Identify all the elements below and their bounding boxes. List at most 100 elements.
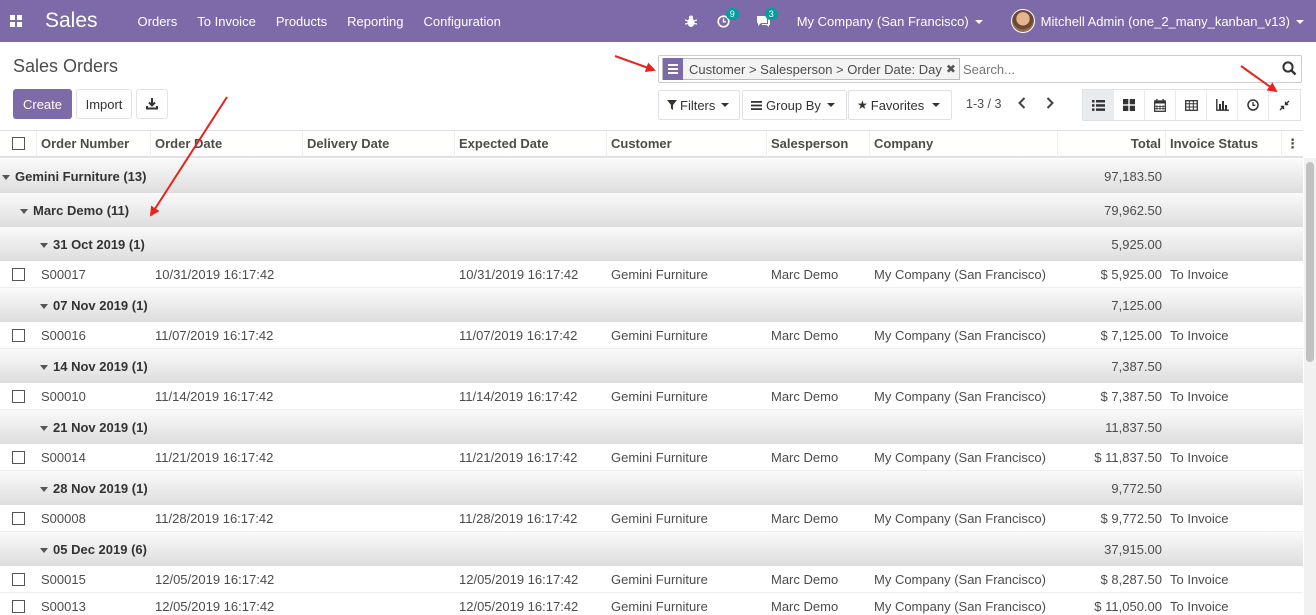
search-icon[interactable] — [1282, 61, 1297, 79]
cell-status: To Invoice — [1170, 389, 1229, 404]
download-button[interactable] — [136, 89, 168, 119]
pager-value[interactable]: 1-3 / 3 — [966, 97, 1001, 111]
group-row-customer[interactable]: Gemini Furniture (13) 97,183.50 — [0, 159, 1303, 193]
pivot-view-button[interactable] — [1176, 90, 1207, 120]
groupby-facet[interactable]: Customer > Salesperson > Order Date: Day… — [662, 58, 960, 80]
collapse-groups-button[interactable] — [1269, 90, 1300, 120]
menu-configuration[interactable]: Configuration — [424, 14, 501, 29]
favorites-dropdown[interactable]: ★ Favorites — [848, 90, 952, 120]
apps-grid-icon — [10, 15, 22, 27]
filters-dropdown[interactable]: Filters — [658, 90, 740, 120]
groupby-dropdown[interactable]: Group By — [742, 90, 847, 120]
optional-columns-toggle[interactable]: ⋮ — [1282, 131, 1303, 157]
row-checkbox[interactable] — [12, 600, 25, 613]
search-bar[interactable]: Customer > Salesperson > Order Date: Day… — [658, 55, 1302, 83]
graph-view-button[interactable] — [1207, 90, 1238, 120]
activity-view-button[interactable] — [1238, 90, 1269, 120]
row-checkbox[interactable] — [12, 329, 25, 342]
import-button[interactable]: Import — [76, 89, 132, 119]
table-row[interactable]: S00017 10/31/2019 16:17:42 10/31/2019 16:1… — [0, 261, 1303, 288]
group-label: Marc Demo (11) — [20, 203, 129, 218]
table-row[interactable]: S00015 12/05/2019 16:17:42 12/05/2019 16:1… — [0, 566, 1303, 593]
group-row-salesperson[interactable]: Marc Demo (11) 79,962.50 — [0, 193, 1303, 227]
messages-badge: 3 — [764, 7, 778, 20]
facet-remove-icon[interactable]: ✖ — [946, 62, 959, 76]
activity-badge: 9 — [725, 7, 739, 20]
menu-orders[interactable]: Orders — [138, 14, 178, 29]
table-row[interactable]: S00014 11/21/2019 16:17:42 11/21/2019 16:1… — [0, 444, 1303, 471]
cell-customer: Gemini Furniture — [611, 389, 708, 404]
row-checkbox[interactable] — [12, 512, 25, 525]
chevron-down-icon — [932, 103, 941, 107]
cell-status: To Invoice — [1170, 267, 1229, 282]
company-name: My Company (San Francisco) — [796, 13, 969, 29]
group-total: 7,125.00 — [1111, 298, 1162, 313]
caret-down-icon — [40, 487, 48, 493]
search-input[interactable] — [962, 61, 1263, 77]
group-row-day[interactable]: 31 Oct 2019 (1) 5,925.00 — [0, 227, 1303, 261]
group-total: 11,837.50 — [1105, 420, 1162, 435]
col-customer[interactable]: Customer — [607, 131, 767, 157]
group-label: 28 Nov 2019 (1) — [40, 481, 148, 496]
app-brand[interactable]: Sales — [45, 9, 98, 33]
row-checkbox[interactable] — [12, 573, 25, 586]
select-all-cell — [0, 131, 37, 157]
facet-text: Customer > Salesperson > Order Date: Day — [689, 61, 942, 77]
caret-down-icon — [20, 209, 28, 215]
col-invoice-status[interactable]: Invoice Status — [1166, 131, 1282, 157]
row-checkbox[interactable] — [12, 390, 25, 403]
col-salesperson[interactable]: Salesperson — [767, 131, 870, 157]
list-view-button[interactable] — [1083, 90, 1114, 120]
col-expected-date[interactable]: Expected Date — [455, 131, 607, 157]
row-checkbox[interactable] — [12, 268, 25, 281]
chevron-down-icon — [721, 103, 730, 107]
col-total[interactable]: Total — [1058, 131, 1166, 157]
row-checkbox[interactable] — [12, 451, 25, 464]
cell-company: My Company (San Francisco) — [874, 328, 1046, 343]
apps-menu-button[interactable] — [0, 0, 28, 42]
activity-clock-icon[interactable]: 9 — [717, 7, 739, 28]
col-order-number[interactable]: Order Number — [37, 131, 151, 157]
scrollbar-thumb[interactable] — [1306, 162, 1314, 362]
group-total: 37,915.00 — [1104, 542, 1162, 557]
calendar-view-button[interactable] — [1145, 90, 1176, 120]
kanban-view-button[interactable] — [1114, 90, 1145, 120]
menu-reporting[interactable]: Reporting — [347, 14, 403, 29]
pager-previous-button[interactable] — [1018, 97, 1026, 112]
group-row-day[interactable]: 14 Nov 2019 (1) 7,387.50 — [0, 349, 1303, 383]
create-button[interactable]: Create — [13, 89, 72, 119]
table-row[interactable]: S00010 11/14/2019 16:17:42 11/14/2019 16:1… — [0, 383, 1303, 410]
user-avatar[interactable] — [1010, 9, 1035, 33]
table-row[interactable]: S00016 11/07/2019 16:17:42 11/07/2019 16:1… — [0, 322, 1303, 349]
company-switcher[interactable]: My Company (San Francisco) — [797, 14, 983, 29]
pager-next-button[interactable] — [1046, 97, 1054, 112]
cell-number: S00017 — [41, 267, 86, 282]
chat-icon[interactable]: 3 — [756, 7, 778, 28]
cell-total: $ 7,125.00 — [1100, 328, 1162, 343]
menu-to-invoice[interactable]: To Invoice — [197, 14, 256, 29]
col-delivery-date[interactable]: Delivery Date — [303, 131, 455, 157]
calendar-view-icon — [1154, 98, 1166, 112]
activity-view-icon — [1247, 99, 1259, 111]
group-row-day[interactable]: 21 Nov 2019 (1) 11,837.50 — [0, 410, 1303, 444]
table-row[interactable]: S00013 12/05/2019 16:17:42 12/05/2019 16:1… — [0, 593, 1303, 615]
group-total: 9,772.50 — [1111, 481, 1162, 496]
cell-expected-date: 11/21/2019 16:17:42 — [459, 450, 578, 465]
vertical-scrollbar[interactable] — [1304, 158, 1316, 615]
user-menu[interactable]: Mitchell Admin (one_2_many_kanban_v13) — [1041, 14, 1304, 29]
group-row-day[interactable]: 28 Nov 2019 (1) 9,772.50 — [0, 471, 1303, 505]
table-row[interactable]: S00008 11/28/2019 16:17:42 11/28/2019 16:1… — [0, 505, 1303, 532]
cell-number: S00016 — [41, 328, 86, 343]
cell-total: $ 8,287.50 — [1100, 572, 1162, 587]
cell-order-date: 11/07/2019 16:17:42 — [155, 328, 274, 343]
group-row-day[interactable]: 07 Nov 2019 (1) 7,125.00 — [0, 288, 1303, 322]
col-company[interactable]: Company — [870, 131, 1058, 157]
cell-order-date: 12/05/2019 16:17:42 — [155, 599, 275, 614]
col-order-date[interactable]: Order Date — [151, 131, 303, 157]
group-row-day[interactable]: 05 Dec 2019 (6) 37,915.00 — [0, 532, 1303, 566]
cell-number: S00008 — [41, 511, 86, 526]
select-all-checkbox[interactable] — [12, 137, 25, 150]
debug-bug-icon[interactable] — [684, 15, 697, 28]
cell-company: My Company (San Francisco) — [874, 599, 1046, 614]
menu-products[interactable]: Products — [276, 14, 327, 29]
